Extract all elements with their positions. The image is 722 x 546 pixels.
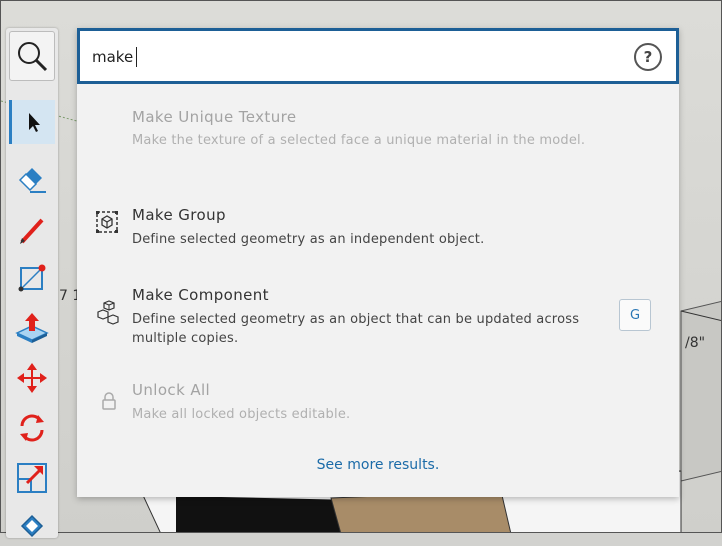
paint-bucket-tool-button[interactable] <box>9 502 55 546</box>
result-make-group[interactable]: Make Group Define selected geometry as a… <box>77 198 679 258</box>
dimension-label-right: /8" <box>685 335 706 351</box>
push-pull-icon <box>15 313 49 343</box>
eraser-icon <box>18 168 46 193</box>
pencil-icon <box>20 218 44 244</box>
result-title: Unlock All <box>132 381 211 399</box>
paint-bucket-icon <box>20 514 44 538</box>
rotate-icon <box>20 414 44 442</box>
rotate-tool-button[interactable] <box>9 406 55 450</box>
select-arrow-icon <box>28 113 40 132</box>
rectangle-tool-button[interactable] <box>9 256 55 300</box>
result-title: Make Group <box>132 206 226 224</box>
search-results-panel: ? Make Unique Texture Make the texture o… <box>77 28 679 497</box>
result-description: Define selected geometry as an object th… <box>132 312 580 346</box>
text-caret <box>136 47 137 67</box>
search-input[interactable] <box>92 45 612 69</box>
search-icon <box>18 42 48 72</box>
result-unlock-all[interactable]: Unlock All Make all locked objects edita… <box>77 373 679 433</box>
result-title: Make Component <box>132 286 269 304</box>
search-box: ? <box>77 28 679 84</box>
rectangle-icon <box>18 264 46 292</box>
see-more-results-link[interactable]: See more results. <box>77 457 679 473</box>
lock-icon <box>102 392 116 410</box>
eraser-tool-button[interactable] <box>9 156 55 200</box>
pencil-tool-button[interactable] <box>9 208 55 252</box>
tool-palette <box>6 28 58 538</box>
help-button[interactable]: ? <box>634 43 662 71</box>
search-tool-button[interactable] <box>9 31 55 81</box>
move-icon <box>17 363 47 393</box>
help-question-icon: ? <box>643 48 653 66</box>
result-title: Make Unique Texture <box>132 108 297 126</box>
move-tool-button[interactable] <box>9 356 55 400</box>
push-pull-tool-button[interactable] <box>9 306 55 350</box>
select-tool-button[interactable] <box>9 100 55 144</box>
result-description: Make all locked objects editable. <box>132 407 351 422</box>
result-description: Define selected geometry as an independe… <box>132 232 485 247</box>
make-group-icon <box>96 211 118 233</box>
result-description: Make the texture of a selected face a un… <box>132 133 586 148</box>
scale-tool-button[interactable] <box>9 456 55 500</box>
make-component-icon <box>97 300 119 325</box>
scale-icon <box>17 463 47 493</box>
result-make-component[interactable]: Make Component Define selected geometry … <box>77 278 679 358</box>
shortcut-key-badge: G <box>619 299 651 331</box>
result-make-unique-texture[interactable]: Make Unique Texture Make the texture of … <box>77 100 679 180</box>
